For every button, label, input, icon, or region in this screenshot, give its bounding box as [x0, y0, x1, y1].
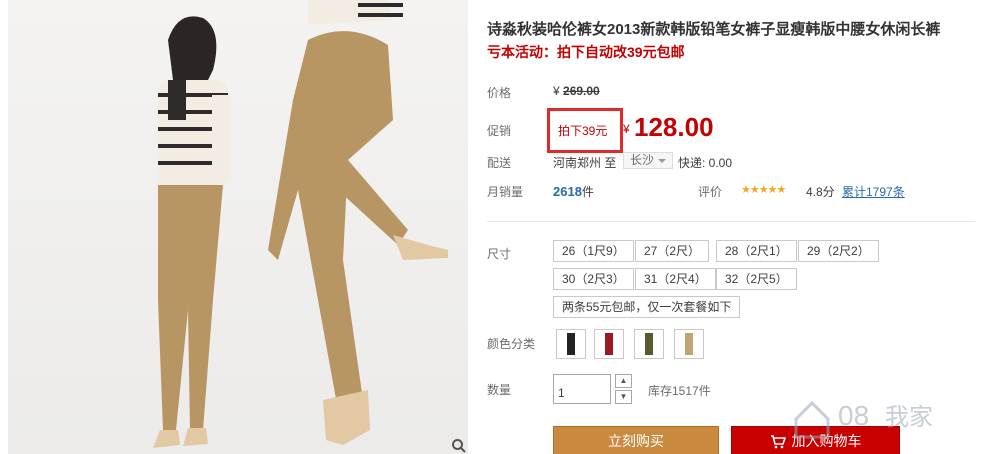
size-option[interactable]: 29（2尺2） [798, 240, 879, 262]
svg-text:08: 08 [838, 400, 869, 431]
stock-count: 库存1517件 [648, 384, 711, 398]
swatch-khaki-thumbnail [685, 333, 693, 355]
divider [487, 221, 975, 222]
promotion-tag: 拍下39元 [558, 124, 608, 138]
price-label: 价格 [487, 86, 512, 100]
product-photo[interactable] [8, 0, 468, 454]
currency-symbol: ¥ [553, 84, 560, 98]
promo-line: 亏本活动：拍下自动改39元包邮 [487, 44, 685, 60]
shipping-destination-value: 长沙 [630, 153, 655, 167]
color-swatch-olive[interactable] [634, 329, 664, 359]
site-watermark-logo: 08 我家 [794, 400, 933, 439]
size-option[interactable]: 30（2尺3） [553, 268, 634, 290]
cart-icon [770, 435, 786, 449]
bundle-option[interactable]: 两条55元包邮，仅一次套餐如下 [553, 296, 741, 318]
size-label: 尺寸 [487, 247, 512, 261]
shipping-fee: 快递: 0.00 [678, 156, 733, 170]
review-count-link[interactable]: 累计1797条 [842, 183, 905, 200]
shipping-destination-select[interactable]: 长沙 [623, 152, 674, 169]
zoom-icon[interactable] [451, 438, 467, 454]
quantity-increase-button[interactable]: ▲ [615, 374, 632, 388]
swatch-olive-thumbnail [645, 333, 653, 355]
promotion-label: 促销 [487, 124, 512, 138]
color-swatch-khaki[interactable] [674, 329, 704, 359]
promotion-currency: ¥ [623, 122, 630, 136]
quantity-label: 数量 [487, 383, 512, 397]
star-rating-icon: ★★★★★ [741, 184, 786, 196]
chevron-down-icon [658, 158, 667, 163]
model-illustration [153, 0, 448, 448]
rating-label: 评价 [698, 185, 723, 199]
promotion-price: 128.00 [634, 112, 714, 142]
swatch-red-thumbnail [605, 333, 613, 355]
original-price: ¥ 269.00 [553, 84, 600, 98]
size-option[interactable]: 31（2尺4） [635, 268, 716, 290]
size-option[interactable]: 27（2尺） [635, 240, 710, 262]
rating-score: 4.8分 [806, 185, 835, 199]
monthly-sales: 2618件 [553, 183, 594, 200]
shipping-label: 配送 [487, 156, 512, 170]
product-title: 诗淼秋装哈伦裤女2013新款韩版铅笔女裤子显瘦韩版中腰女休闲长裤 [487, 21, 941, 38]
quantity-input[interactable] [553, 374, 611, 404]
size-option[interactable]: 32（2尺5） [716, 268, 797, 290]
monthly-sales-count: 2618 [553, 184, 582, 199]
color-swatch-red[interactable] [594, 329, 624, 359]
buy-now-button[interactable]: 立刻购买 [553, 426, 719, 454]
monthly-sales-unit: 件 [581, 185, 594, 199]
shipping-from: 河南郑州 至 [553, 156, 617, 170]
size-option[interactable]: 26（1尺9） [553, 240, 634, 262]
svg-text:我家: 我家 [885, 403, 933, 431]
swatch-black-thumbnail [567, 333, 575, 355]
color-swatch-black[interactable] [556, 329, 586, 359]
size-option[interactable]: 28（2尺1） [716, 240, 797, 262]
quantity-decrease-button[interactable]: ▼ [615, 390, 632, 404]
original-price-amount: 269.00 [563, 84, 600, 98]
color-label: 颜色分类 [487, 337, 536, 351]
monthly-sales-label: 月销量 [487, 185, 524, 199]
